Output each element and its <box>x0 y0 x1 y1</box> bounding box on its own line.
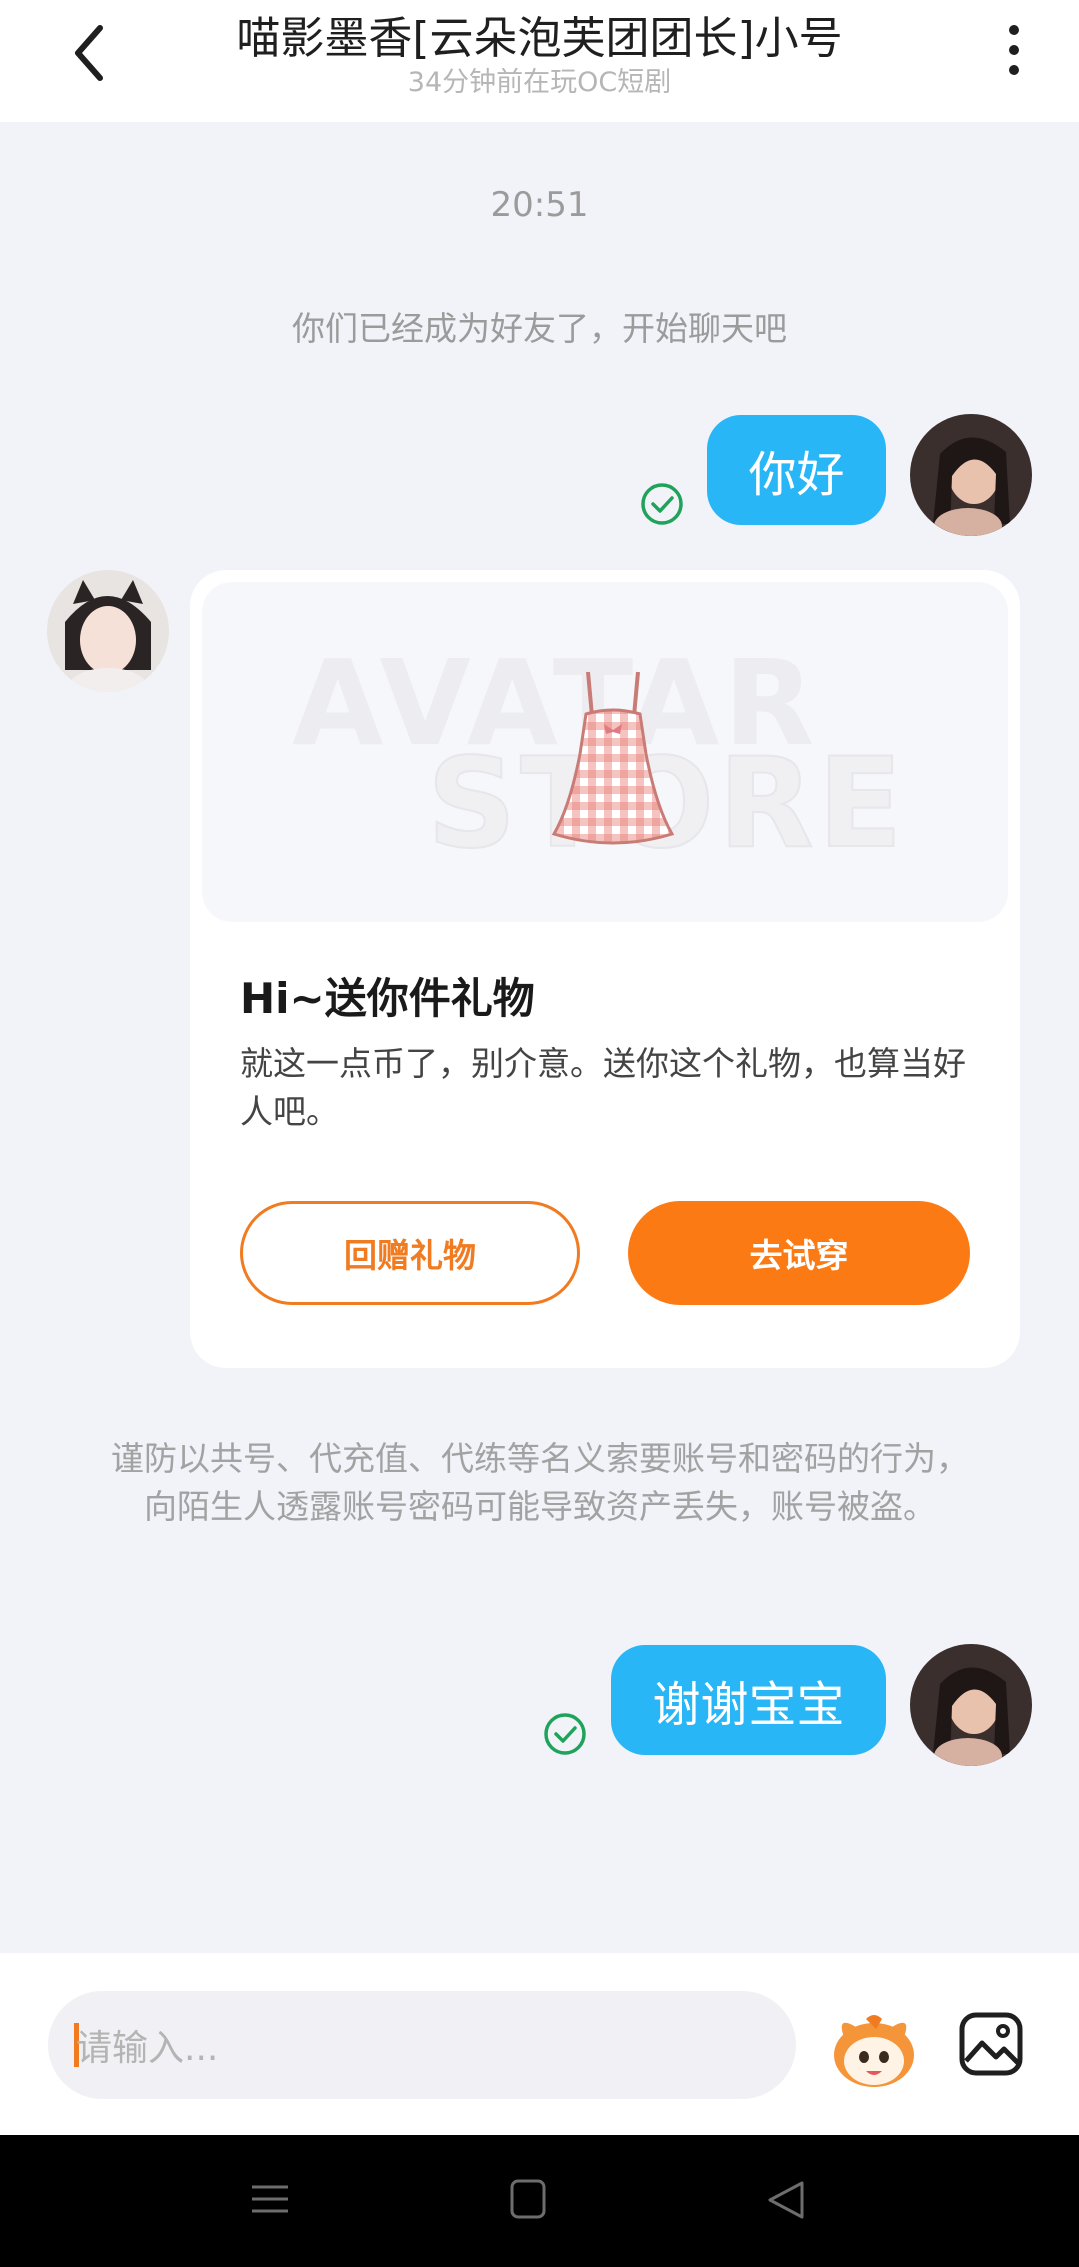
menu-icon[interactable] <box>250 2181 290 2217</box>
message-bubble-sent[interactable]: 你好 <box>707 415 886 525</box>
message-bubble-sent[interactable]: 谢谢宝宝 <box>611 1645 886 1755</box>
system-message-friends: 你们已经成为好友了，开始聊天吧 <box>292 309 787 348</box>
return-gift-button[interactable]: 回赠礼物 <box>240 1201 580 1305</box>
chat-title: 喵影墨香[云朵泡芙团团长]小号 <box>236 13 843 64</box>
sent-check-icon <box>641 483 683 525</box>
gift-card[interactable]: AVATAR STORE Hi~送你件礼物 就这一点币了，别介意。送你这个礼物，… <box>190 570 1020 1368</box>
security-warning: 谨防以共号、代充值、代练等名义索要账号和密码的行为，向陌生人透露账号密码可能导致… <box>111 1439 969 1526</box>
message-text: 你好 <box>748 447 845 503</box>
back-arrow-icon[interactable] <box>62 18 122 88</box>
home-icon[interactable] <box>510 2179 546 2219</box>
input-bar: 请输入... <box>0 1953 1079 2135</box>
dress-icon <box>551 671 675 845</box>
gift-title: Hi~送你件礼物 <box>240 974 535 1023</box>
my-avatar[interactable] <box>910 1644 1032 1766</box>
message-text: 谢谢宝宝 <box>652 1677 845 1733</box>
more-vertical-icon[interactable] <box>1000 18 1028 82</box>
input-placeholder: 请输入... <box>76 2028 219 2069</box>
gift-image: AVATAR STORE <box>202 582 1008 922</box>
try-on-button[interactable]: 去试穿 <box>628 1201 970 1305</box>
message-timestamp: 20:51 <box>490 185 589 225</box>
image-picker-icon[interactable] <box>958 2011 1024 2077</box>
system-nav-bar <box>0 2135 1079 2267</box>
sent-check-icon <box>544 1713 586 1755</box>
chat-header: 喵影墨香[云朵泡芙团团长]小号 34分钟前在玩OC短剧 <box>0 0 1079 122</box>
back-triangle-icon[interactable] <box>766 2179 806 2221</box>
friend-avatar[interactable] <box>47 570 169 692</box>
chat-subtitle: 34分钟前在玩OC短剧 <box>407 67 672 98</box>
my-avatar[interactable] <box>910 414 1032 536</box>
message-input[interactable]: 请输入... <box>48 1991 796 2099</box>
gift-description: 就这一点币了，别介意。送你这个礼物，也算当好人吧。 <box>240 1044 966 1131</box>
emoji-mascot-icon[interactable] <box>830 2009 918 2089</box>
